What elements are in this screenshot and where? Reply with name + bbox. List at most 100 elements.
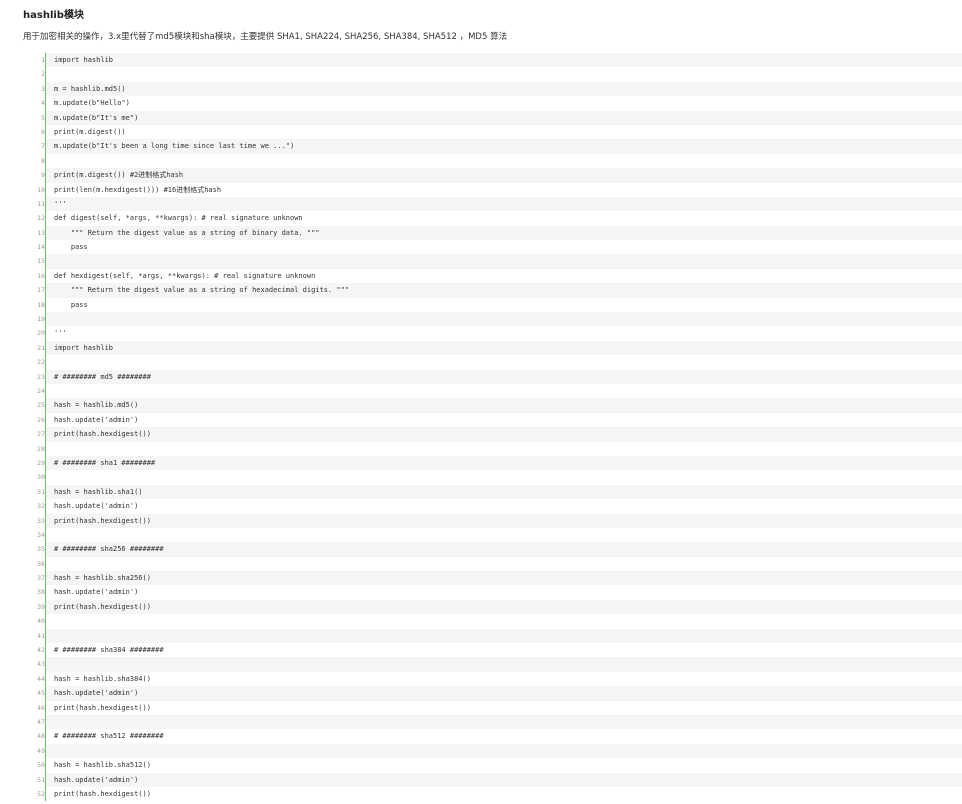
line-number: 41 bbox=[23, 628, 45, 644]
code-line: 44 hash = hashlib.sha384() bbox=[23, 671, 962, 687]
code-line: 5 m.update(b"It's me") bbox=[23, 110, 962, 125]
code-text: print(hash.hexdigest()) bbox=[46, 427, 962, 442]
code-text bbox=[46, 153, 962, 169]
line-number: 37 bbox=[23, 571, 45, 586]
code-text: hash = hashlib.sha1() bbox=[46, 484, 962, 500]
code-line: 31 hash = hashlib.sha1() bbox=[23, 484, 962, 500]
code-text: hash.update('admin') bbox=[46, 585, 962, 600]
code-line: 24 bbox=[23, 383, 962, 399]
code-text: import hashlib bbox=[46, 340, 962, 356]
line-number: 50 bbox=[23, 758, 45, 773]
code-line: 51 hash.update('admin') bbox=[23, 772, 962, 787]
code-text bbox=[46, 628, 962, 644]
line-number: 26 bbox=[23, 412, 45, 428]
code-text bbox=[46, 355, 962, 370]
code-text: print(hash.hexdigest()) bbox=[46, 599, 962, 615]
code-text bbox=[46, 470, 962, 485]
line-number: 31 bbox=[23, 484, 45, 500]
code-line: 49 bbox=[23, 743, 962, 759]
section-title: hashlib模块 bbox=[23, 10, 84, 21]
code-text: ''' bbox=[46, 196, 962, 212]
code-text bbox=[46, 383, 962, 399]
code-text bbox=[46, 714, 962, 730]
line-number: 34 bbox=[23, 527, 45, 543]
code-line: 45 hash.update('admin') bbox=[23, 686, 962, 701]
line-number: 17 bbox=[23, 283, 45, 298]
code-line: 35 # ######## sha256 ######## bbox=[23, 542, 962, 557]
code-text: import hashlib bbox=[46, 53, 962, 68]
code-text bbox=[46, 254, 962, 269]
code-line: 25 hash = hashlib.md5() bbox=[23, 398, 962, 413]
code-line: 39 print(hash.hexdigest()) bbox=[23, 599, 962, 615]
line-number: 29 bbox=[23, 455, 45, 471]
line-number: 38 bbox=[23, 585, 45, 600]
code-line: 14 pass bbox=[23, 240, 962, 255]
line-number: 35 bbox=[23, 542, 45, 557]
line-number: 45 bbox=[23, 686, 45, 701]
code-text: m.update(b"Hello") bbox=[46, 96, 962, 111]
line-number: 49 bbox=[23, 743, 45, 759]
line-number: 15 bbox=[23, 254, 45, 269]
code-line: 2 bbox=[23, 67, 962, 82]
code-line: 37 hash = hashlib.sha256() bbox=[23, 571, 962, 586]
line-number: 42 bbox=[23, 643, 45, 658]
code-line: 30 bbox=[23, 470, 962, 485]
code-text bbox=[46, 441, 962, 456]
line-number: 10 bbox=[23, 182, 45, 197]
line-number: 16 bbox=[23, 268, 45, 284]
code-text: m.update(b"It's been a long time since l… bbox=[46, 139, 962, 154]
code-text: print(len(m.hexdigest())) #16进制格式hash bbox=[46, 182, 962, 197]
code-text: print(m.digest()) bbox=[46, 124, 962, 140]
line-number: 30 bbox=[23, 470, 45, 485]
line-number: 5 bbox=[23, 110, 45, 125]
line-number: 23 bbox=[23, 369, 45, 384]
line-number: 47 bbox=[23, 714, 45, 730]
line-number: 13 bbox=[23, 225, 45, 241]
line-number: 9 bbox=[23, 168, 45, 183]
code-line: 32 hash.update('admin') bbox=[23, 499, 962, 514]
line-number: 3 bbox=[23, 81, 45, 97]
code-line: 47 bbox=[23, 714, 962, 730]
code-line: 12 def digest(self, *args, **kwargs): # r… bbox=[23, 211, 962, 226]
code-text bbox=[46, 614, 962, 629]
line-number: 20 bbox=[23, 326, 45, 341]
code-line: 27 print(hash.hexdigest()) bbox=[23, 427, 962, 442]
code-line: 36 bbox=[23, 556, 962, 572]
code-line: 19 bbox=[23, 312, 962, 327]
code-text bbox=[46, 527, 962, 543]
line-number: 18 bbox=[23, 297, 45, 313]
code-text: def hexdigest(self, *args, **kwargs): # … bbox=[46, 268, 962, 284]
code-text: # ######## sha256 ######## bbox=[46, 542, 962, 557]
line-number: 32 bbox=[23, 499, 45, 514]
code-line: 23 # ######## md5 ######## bbox=[23, 369, 962, 384]
code-line: 29 # ######## sha1 ######## bbox=[23, 455, 962, 471]
line-number: 52 bbox=[23, 786, 45, 802]
code-text: hash.update('admin') bbox=[46, 412, 962, 428]
line-number: 28 bbox=[23, 441, 45, 456]
line-number: 51 bbox=[23, 772, 45, 787]
line-number: 19 bbox=[23, 312, 45, 327]
line-number: 39 bbox=[23, 599, 45, 615]
code-line: 46 print(hash.hexdigest()) bbox=[23, 700, 962, 715]
line-number: 1 bbox=[23, 53, 45, 68]
code-text: hash = hashlib.sha512() bbox=[46, 758, 962, 773]
code-text: # ######## sha1 ######## bbox=[46, 455, 962, 471]
code-line: 42 # ######## sha384 ######## bbox=[23, 643, 962, 658]
line-number: 33 bbox=[23, 513, 45, 528]
code-text: m.update(b"It's me") bbox=[46, 110, 962, 125]
code-text: ''' bbox=[46, 326, 962, 341]
code-text: hash.update('admin') bbox=[46, 772, 962, 787]
code-text bbox=[46, 312, 962, 327]
code-block: 1 import hashlib 2 3 m = hashlib.md5() 4 m.upd… bbox=[23, 53, 962, 802]
code-text: # ######## sha384 ######## bbox=[46, 643, 962, 658]
code-text: hash = hashlib.sha256() bbox=[46, 571, 962, 586]
code-line: 28 bbox=[23, 441, 962, 456]
code-text: """ Return the digest value as a string … bbox=[46, 283, 962, 298]
line-number: 36 bbox=[23, 556, 45, 572]
code-line: 33 print(hash.hexdigest()) bbox=[23, 513, 962, 528]
line-number: 14 bbox=[23, 240, 45, 255]
code-line: 38 hash.update('admin') bbox=[23, 585, 962, 600]
code-text bbox=[46, 556, 962, 572]
code-line: 13 """ Return the digest value as a stri… bbox=[23, 225, 962, 241]
line-number: 21 bbox=[23, 340, 45, 356]
